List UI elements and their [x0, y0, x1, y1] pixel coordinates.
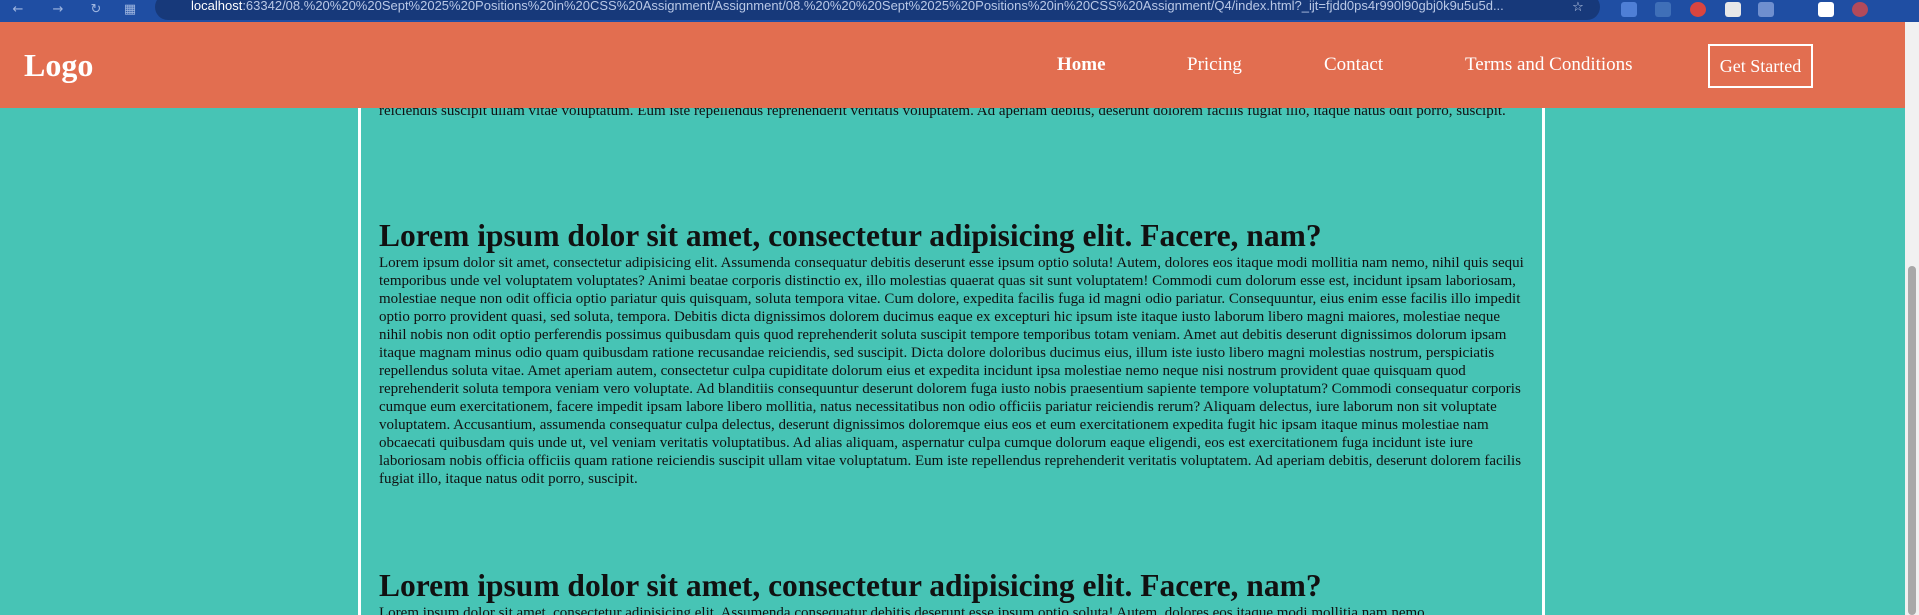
address-bar[interactable]: localhost:63342/08.%20%20%20Sept%2025%20… [155, 0, 1600, 20]
scrollbar-thumb[interactable] [1908, 266, 1916, 615]
section-body: Lorem ipsum dolor sit amet, consectetur … [379, 255, 1524, 487]
browser-toolbar: ← → ↻ ▦ localhost:63342/08.%20%20%20Sept… [0, 0, 1919, 22]
section-body: veniam veritatis voluptatibus. Ad alias … [379, 108, 1506, 119]
section-heading: Lorem ipsum dolor sit amet, consectetur … [379, 568, 1322, 603]
nav-home[interactable]: Home [1057, 54, 1106, 76]
apps-icon[interactable]: ▦ [122, 2, 138, 18]
reload-icon[interactable]: ↻ [88, 2, 104, 18]
extension-icon[interactable] [1621, 2, 1637, 17]
bookmark-star-icon[interactable]: ☆ [1570, 0, 1586, 16]
nav-pricing[interactable]: Pricing [1187, 54, 1242, 76]
profile-avatar-icon[interactable] [1852, 2, 1868, 17]
content-section: Lorem ipsum dolor sit amet, consectetur … [379, 218, 1529, 488]
back-icon[interactable]: ← [10, 2, 26, 18]
nav-terms-and-conditions[interactable]: Terms and Conditions [1465, 54, 1633, 76]
section-body: Lorem ipsum dolor sit amet, consectetur … [379, 605, 1429, 615]
address-bar-url: localhost:63342/08.%20%20%20Sept%2025%20… [191, 0, 1504, 13]
main-content: veniam veritatis voluptatibus. Ad alias … [358, 108, 1545, 615]
extension-icon[interactable] [1655, 2, 1671, 17]
content-section-previous: veniam veritatis voluptatibus. Ad alias … [379, 108, 1529, 120]
content-section: Lorem ipsum dolor sit amet, consectetur … [379, 568, 1529, 615]
forward-icon[interactable]: → [50, 2, 66, 18]
get-started-button[interactable]: Get Started [1708, 44, 1813, 88]
extension-icon[interactable] [1725, 2, 1741, 17]
side-panel-icon[interactable] [1818, 2, 1834, 17]
section-heading: Lorem ipsum dolor sit amet, consectetur … [379, 218, 1322, 253]
extension-icon[interactable] [1690, 2, 1706, 17]
site-header: Logo Home Pricing Contact Terms and Cond… [0, 22, 1905, 108]
nav-contact[interactable]: Contact [1324, 54, 1383, 76]
page-scrollbar[interactable] [1905, 22, 1919, 615]
extension-icon[interactable] [1758, 2, 1774, 17]
logo[interactable]: Logo [24, 47, 93, 84]
